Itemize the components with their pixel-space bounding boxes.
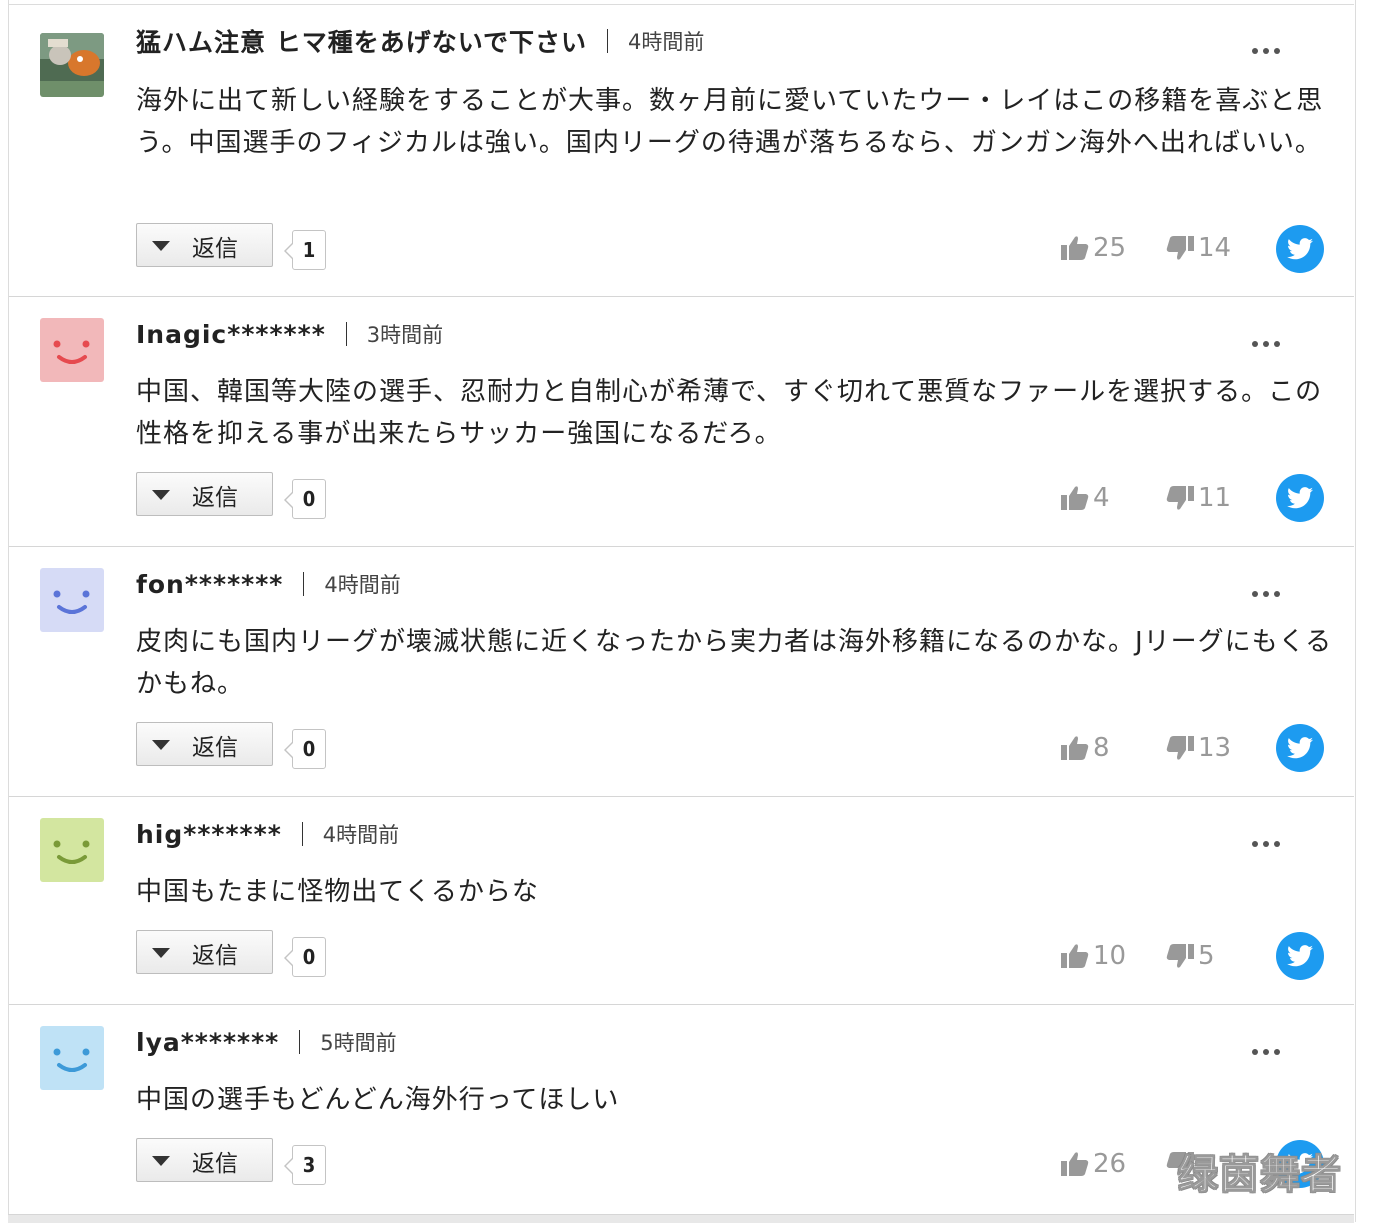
more-options-icon[interactable]: [1252, 582, 1288, 597]
more-options-icon[interactable]: [1252, 332, 1288, 347]
reply-count[interactable]: 0: [284, 729, 326, 769]
like-count: 26: [1093, 1149, 1127, 1179]
like-count: 8: [1093, 733, 1110, 763]
comment-header: lya******* 5時間前: [136, 1024, 397, 1060]
reply-count[interactable]: 3: [284, 1145, 326, 1185]
dislike-count: 11: [1198, 483, 1232, 513]
reply-label: 返信: [192, 236, 238, 262]
comment-text: 中国、韓国等大陸の選手、忍耐力と自制心が希薄で、すぐ切れて悪質なファールを選択す…: [136, 377, 1323, 449]
more-options-icon[interactable]: [1252, 1040, 1288, 1055]
twitter-bird-icon: [1287, 238, 1313, 260]
timestamp: 4時間前: [627, 30, 705, 54]
avatar[interactable]: [40, 33, 104, 97]
divider: [606, 29, 608, 53]
thumbs-down-icon: [1166, 236, 1194, 260]
reply-button[interactable]: 返信: [136, 472, 273, 516]
dislike-button[interactable]: 11: [1166, 483, 1231, 513]
comment-header: 猛ハム注意 ヒマ種をあげないで下さい 4時間前: [136, 23, 704, 59]
divider: [303, 572, 305, 596]
comment-item: lya******* 5時間前 中国の選手もどんどん海外行ってほしい 返信 3 …: [9, 1005, 1354, 1214]
twitter-share-button[interactable]: [1276, 932, 1324, 980]
like-count: 4: [1093, 483, 1110, 513]
dislike-button[interactable]: 14: [1166, 233, 1231, 263]
reply-count[interactable]: 0: [284, 479, 326, 519]
dislike-button[interactable]: 5: [1166, 941, 1215, 971]
comment-text: 海外に出て新しい経験をすることが大事。数ヶ月前に愛いていたウー・レイはこの移籍を…: [136, 86, 1324, 158]
divider: [345, 322, 347, 346]
reply-button[interactable]: 返信: [136, 223, 273, 267]
reply-label: 返信: [192, 1151, 238, 1177]
chevron-down-icon: [152, 1156, 170, 1166]
twitter-share-button[interactable]: [1276, 474, 1324, 522]
more-options-icon[interactable]: [1252, 832, 1288, 847]
chevron-down-icon: [152, 241, 170, 251]
like-count: 25: [1093, 233, 1127, 263]
thumbs-down-icon: [1166, 944, 1194, 968]
twitter-share-button[interactable]: [1276, 225, 1324, 273]
thumbs-up-icon: [1061, 736, 1089, 760]
chevron-down-icon: [152, 490, 170, 500]
timestamp: 3時間前: [366, 323, 444, 347]
thumbs-down-icon: [1166, 736, 1194, 760]
like-button[interactable]: 8: [1061, 733, 1110, 763]
like-button[interactable]: 25: [1061, 233, 1126, 263]
comment-header: fon******* 4時間前: [136, 566, 401, 602]
reply-label: 返信: [192, 485, 238, 511]
avatar[interactable]: [40, 318, 104, 382]
comment-item: hig******* 4時間前 中国もたまに怪物出てくるからな 返信 0 10 …: [9, 797, 1354, 1005]
comment-header: Inagic******* 3時間前: [136, 316, 443, 352]
username[interactable]: Inagic*******: [136, 320, 326, 349]
reply-button[interactable]: 返信: [136, 722, 273, 766]
dislike-count: 13: [1198, 733, 1232, 763]
thumbs-down-icon: [1166, 486, 1194, 510]
comment-text: 中国の選手もどんどん海外行ってほしい: [136, 1085, 620, 1115]
username[interactable]: hig*******: [136, 820, 282, 849]
dislike-count: 14: [1198, 233, 1232, 263]
reply-count[interactable]: 1: [284, 230, 326, 270]
username[interactable]: 猛ハム注意 ヒマ種をあげないで下さい: [136, 23, 587, 59]
comment-header: hig******* 4時間前: [136, 816, 399, 852]
dislike-button[interactable]: 13: [1166, 733, 1231, 763]
twitter-bird-icon: [1287, 945, 1313, 967]
timestamp: 4時間前: [324, 573, 401, 597]
reply-button[interactable]: 返信: [136, 930, 273, 974]
divider: [299, 1030, 301, 1054]
like-button[interactable]: 10: [1061, 941, 1126, 971]
thumbs-up-icon: [1061, 486, 1089, 510]
avatar[interactable]: [40, 818, 104, 882]
comment-item: fon******* 4時間前 皮肉にも国内リーグが壊滅状態に近くなったから実力…: [9, 547, 1354, 797]
like-button[interactable]: 26: [1061, 1149, 1126, 1179]
comment-item: 猛ハム注意 ヒマ種をあげないで下さい 4時間前 海外に出て新しい経験をすることが…: [9, 5, 1354, 297]
timestamp: 5時間前: [320, 1031, 397, 1055]
twitter-bird-icon: [1287, 487, 1313, 509]
comment-text: 中国もたまに怪物出てくるからな: [136, 877, 539, 907]
reply-button[interactable]: 返信: [136, 1138, 273, 1182]
timestamp: 4時間前: [322, 823, 400, 847]
reply-label: 返信: [192, 735, 238, 761]
like-button[interactable]: 4: [1061, 483, 1110, 513]
thumbs-up-icon: [1061, 944, 1089, 968]
avatar[interactable]: [40, 568, 104, 632]
reply-label: 返信: [192, 943, 238, 969]
comment-item: Inagic******* 3時間前 中国、韓国等大陸の選手、忍耐力と自制心が希…: [9, 297, 1354, 547]
thumbs-up-icon: [1061, 1152, 1089, 1176]
watermark-text: 绿茵舞者: [1178, 1152, 1342, 1199]
more-options-icon[interactable]: [1252, 39, 1288, 54]
dislike-count: 5: [1198, 941, 1215, 971]
chevron-down-icon: [152, 740, 170, 750]
chevron-down-icon: [152, 948, 170, 958]
avatar[interactable]: [40, 1026, 104, 1090]
thumbs-up-icon: [1061, 236, 1089, 260]
twitter-bird-icon: [1287, 737, 1313, 759]
divider: [301, 822, 303, 846]
comment-text: 皮肉にも国内リーグが壊滅状態に近くなったから実力者は海外移籍になるのかな。Jリー…: [136, 627, 1333, 699]
reply-count[interactable]: 0: [284, 937, 326, 977]
twitter-share-button[interactable]: [1276, 724, 1324, 772]
username[interactable]: lya*******: [136, 1028, 279, 1057]
like-count: 10: [1093, 941, 1127, 971]
username[interactable]: fon*******: [136, 570, 283, 599]
